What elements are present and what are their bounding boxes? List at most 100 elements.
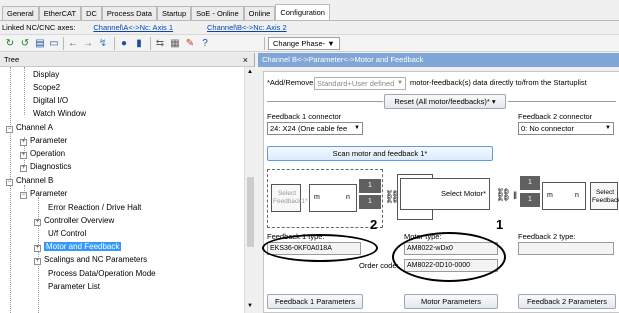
reset-label: Reset (All motor/feedbacks)*: [394, 97, 490, 106]
filter-icon[interactable]: ▦: [169, 37, 181, 50]
tree-item-scalings-nc[interactable]: + Scalings and NC Parameters: [34, 254, 147, 265]
change-phase-dropdown[interactable]: Change Phase- ▼: [268, 37, 340, 50]
tree-item-parameter-b[interactable]: − Parameter: [20, 188, 67, 199]
tree-item-motor-and-feedback[interactable]: + Motor and Feedback: [34, 241, 122, 252]
feedback1-parameters-button[interactable]: Feedback 1 Parameters: [267, 294, 363, 309]
tree-item-operation[interactable]: + Operation: [20, 148, 65, 159]
panel-content: *Add/Remove Standard+User defined ▼ motor…: [262, 71, 619, 313]
select-feedback1-box[interactable]: Select Feedback1*: [271, 184, 308, 212]
feedback2-parameters-button[interactable]: Feedback 2 Parameters: [518, 294, 616, 309]
feedback2-ratio-box: 1: [520, 176, 540, 190]
tree-view[interactable]: Display Scope2 Digital I/O Watch Window …: [0, 67, 244, 313]
tree-item-parameter-list[interactable]: Parameter List: [48, 281, 100, 292]
up-arrow-icon[interactable]: ▲: [247, 69, 253, 75]
record-icon[interactable]: ●: [118, 37, 130, 50]
tree-item-controller-overview[interactable]: + Controller Overview: [34, 215, 114, 226]
tree-item-channel-a[interactable]: − Channel A: [6, 122, 53, 133]
select-feedback2-box[interactable]: Select Feedback2*: [590, 182, 619, 210]
linked-axes-row: Linked NC/CNC axes: Channel\A<->Nc: Axis …: [2, 23, 287, 32]
feedback1-gear-ratio: m n: [309, 184, 357, 212]
reload-icon[interactable]: ↺: [19, 37, 31, 50]
tab-online[interactable]: Online: [243, 6, 276, 20]
select-feedback1-label: Select Feedback1*: [273, 190, 308, 205]
tree-item-label: Controller Overview: [44, 216, 115, 225]
scrollbar-thumb[interactable]: [247, 177, 254, 247]
tab-process-data[interactable]: Process Data: [101, 6, 157, 20]
refresh-icon[interactable]: ↻: [4, 37, 16, 50]
bookmark-icon[interactable]: ▮: [133, 37, 145, 50]
motor-parameters-button[interactable]: Motor Parameters: [404, 294, 498, 309]
feedback2-connector-label: Feedback 2 connector: [518, 112, 593, 121]
change-phase-label: Change Phase-: [273, 39, 326, 48]
annotation-number-2: 2: [370, 217, 378, 232]
linked-axes-label: Linked NC/CNC axes:: [2, 23, 76, 32]
expand-icon[interactable]: +: [20, 152, 27, 159]
tree-item-label: Parameter: [30, 136, 68, 145]
feedback1-connector-label: Feedback 1 connector: [267, 112, 342, 121]
chevron-down-icon: ▾: [491, 97, 496, 106]
down-arrow-icon[interactable]: ▼: [247, 303, 253, 309]
tree-item-label: Scalings and NC Parameters: [44, 255, 148, 264]
expand-icon[interactable]: +: [20, 139, 27, 146]
annotation-ellipse-1: [392, 232, 506, 282]
feedback2-gear-ratio: m n: [542, 182, 586, 210]
feedback1-connector-dropdown[interactable]: 24: X24 (One cable fee ▼: [267, 122, 363, 135]
reset-button[interactable]: Reset (All motor/feedbacks)* ▾: [384, 94, 506, 109]
tab-configuration[interactable]: Configuration: [275, 4, 330, 20]
help-icon[interactable]: ?: [199, 37, 211, 50]
feedback1-ratio-box: 1: [359, 195, 381, 209]
list-view-icon[interactable]: ▭: [48, 37, 60, 50]
tree-item-uf-control[interactable]: U/f Control: [48, 228, 86, 239]
tree-item-digital-io[interactable]: Digital I/O: [33, 95, 68, 106]
tree-item-channel-b[interactable]: − Channel B: [6, 175, 53, 186]
tree-item-process-data-operation-mode[interactable]: Process Data/Operation Mode: [48, 268, 156, 279]
feedback2-type-label: Feedback 2 type:: [518, 232, 576, 241]
chevron-down-icon: ▼: [605, 125, 611, 131]
tree-item-label-selected: Motor and Feedback: [44, 242, 122, 251]
tab-soe-online[interactable]: SoE - Online: [191, 6, 244, 20]
tab-ethercat[interactable]: EtherCAT: [38, 6, 82, 20]
collapse-icon[interactable]: −: [6, 179, 13, 186]
tree-item-error-reaction[interactable]: Error Reaction / Drive Halt: [48, 202, 141, 213]
jump-icon[interactable]: ↯: [97, 37, 109, 50]
scan-motor-feedback-button[interactable]: Scan motor and feedback 1*: [267, 146, 493, 161]
linked-axis-1-link[interactable]: Channel\A<->Nc: Axis 1: [93, 23, 173, 32]
tree-view-icon[interactable]: ▤: [34, 37, 46, 50]
chevron-down-icon: ▼: [327, 39, 335, 48]
tree-scrollbar[interactable]: ▲ ▼: [244, 67, 255, 313]
close-icon[interactable]: ×: [243, 53, 248, 67]
tree-item-diagnostics[interactable]: + Diagnostics: [20, 161, 71, 172]
expand-icon[interactable]: +: [34, 258, 41, 265]
linked-axis-2-link[interactable]: Channel\B<->Nc: Axis 2: [207, 23, 287, 32]
toolbar-separator: [150, 37, 151, 50]
tree-item-parameter-a[interactable]: + Parameter: [20, 135, 67, 146]
expand-icon[interactable]: +: [34, 219, 41, 226]
feedback1-connector-value: 24: X24 (One cable fee: [270, 124, 348, 133]
tools-icon[interactable]: ✎: [184, 37, 196, 50]
tree-item-display[interactable]: Display: [33, 69, 59, 80]
add-remove-dropdown[interactable]: Standard+User defined ▼: [314, 77, 406, 90]
chevron-down-icon: ▼: [354, 125, 360, 131]
expand-icon[interactable]: +: [20, 165, 27, 172]
collapse-icon[interactable]: −: [6, 126, 13, 133]
collapse-icon[interactable]: −: [20, 192, 27, 199]
add-remove-label: *Add/Remove: [267, 78, 314, 87]
expand-icon[interactable]: +: [34, 245, 41, 252]
select-motor-label: Select Motor*: [441, 189, 487, 198]
tree-panel-title: Tree: [4, 55, 20, 64]
feedback2-connector-dropdown[interactable]: 0: No connector ▼: [518, 122, 614, 135]
compare-icon[interactable]: ⇆: [154, 37, 166, 50]
forward-arrow-icon[interactable]: →: [82, 37, 94, 50]
tree-item-watch-window[interactable]: Watch Window: [33, 108, 86, 119]
back-arrow-icon[interactable]: ←: [67, 37, 79, 50]
tab-startup[interactable]: Startup: [156, 6, 192, 20]
tree-item-label: Diagnostics: [30, 162, 72, 171]
tree-item-scope2[interactable]: Scope2: [33, 82, 60, 93]
feedback2-type-field: [518, 242, 614, 255]
tab-general[interactable]: General: [2, 6, 39, 20]
tab-dc[interactable]: DC: [81, 6, 102, 20]
feedback2-connector-value: 0: No connector: [521, 124, 574, 133]
toolbar-separator: [63, 37, 64, 50]
annotation-ellipse-2: [262, 234, 378, 262]
select-motor-box[interactable]: Select Motor*: [400, 178, 490, 210]
